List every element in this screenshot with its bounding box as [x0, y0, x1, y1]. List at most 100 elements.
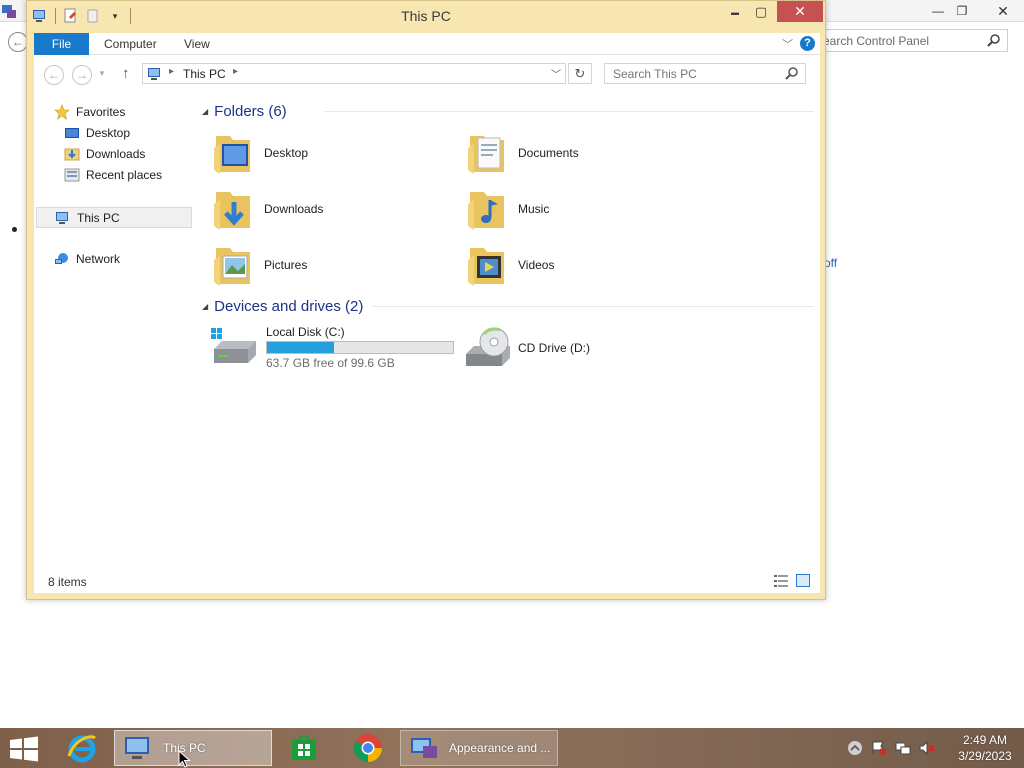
- clock-date: 3/29/2023: [958, 749, 1012, 763]
- back-button[interactable]: ←: [8, 32, 28, 52]
- folder-pictures[interactable]: Pictures: [210, 240, 450, 290]
- computer-icon: [125, 737, 149, 759]
- minimize-button[interactable]: ▬: [723, 1, 747, 23]
- file-explorer-window: ▾ This PC ▬ ▢ ✕ File Computer View ﹀ ? ←…: [26, 0, 826, 600]
- restore-button[interactable]: ❐: [948, 0, 976, 22]
- taskbar-label: Appearance and ...: [449, 741, 551, 755]
- bullet-icon: [12, 227, 17, 232]
- nav-item-this-pc[interactable]: This PC: [36, 207, 192, 228]
- folder-desktop[interactable]: Desktop: [210, 128, 450, 178]
- taskbar-this-pc[interactable]: This PC: [114, 730, 272, 766]
- close-button[interactable]: ✕: [986, 0, 1020, 22]
- folder-label: Documents: [518, 146, 579, 160]
- navigation-pane: Favorites Desktop Downloads Recent place…: [34, 93, 194, 563]
- nav-label: Favorites: [76, 105, 126, 119]
- refresh-button[interactable]: ↻: [568, 63, 592, 84]
- internet-explorer-icon: [67, 735, 96, 763]
- folders-group-header[interactable]: ◢ Folders (6): [202, 101, 287, 121]
- folder-downloads[interactable]: Downloads: [210, 184, 450, 234]
- clock[interactable]: 2:49 AM 3/29/2023: [950, 732, 1020, 764]
- nav-item-network[interactable]: Network: [54, 249, 120, 269]
- nav-label: Recent places: [86, 168, 163, 182]
- control-panel-icon: [2, 5, 16, 18]
- volume-muted-icon[interactable]: [918, 739, 936, 757]
- details-view-icon[interactable]: [774, 575, 788, 587]
- breadcrumb-this-pc[interactable]: This PC: [183, 67, 226, 81]
- drives-header-label: Devices and drives (2): [214, 297, 364, 315]
- drive-label: Local Disk (C:): [266, 325, 345, 339]
- search-input[interactable]: Search This PC: [604, 63, 806, 84]
- collapse-arrow-icon[interactable]: ◢: [202, 302, 208, 311]
- search-icon[interactable]: [785, 66, 799, 80]
- desktop-folder-icon: [214, 136, 250, 174]
- store-icon: [292, 735, 316, 760]
- nav-item-downloads[interactable]: Downloads: [64, 144, 145, 164]
- pictures-folder-icon: [214, 248, 250, 286]
- folder-label: Music: [518, 202, 550, 216]
- up-arrow-icon[interactable]: ↑: [122, 65, 130, 82]
- collapse-arrow-icon[interactable]: ◢: [202, 107, 208, 116]
- status-bar: 8 items: [34, 571, 820, 593]
- large-icons-view-icon[interactable]: [796, 574, 810, 587]
- group-divider: [372, 306, 814, 307]
- show-hidden-icons-icon[interactable]: [846, 739, 864, 757]
- address-dropdown-icon[interactable]: ﹀: [551, 66, 561, 81]
- group-divider: [324, 111, 814, 112]
- control-panel-search-input[interactable]: earch Control Panel: [812, 29, 1008, 52]
- star-icon: [54, 104, 70, 120]
- clock-time: 2:49 AM: [962, 733, 1008, 747]
- back-button[interactable]: ←: [44, 65, 64, 85]
- music-folder-icon: [468, 192, 504, 230]
- drives-group-header[interactable]: ◢ Devices and drives (2): [202, 296, 363, 316]
- search-icon[interactable]: [987, 33, 1001, 47]
- address-bar[interactable]: ▸ This PC ▸ ﹀: [142, 63, 566, 84]
- folder-music[interactable]: Music: [464, 184, 704, 234]
- maximize-button[interactable]: ▢: [749, 1, 773, 23]
- windows-start-icon[interactable]: [8, 736, 40, 762]
- breadcrumb-chevron-icon[interactable]: ▸: [233, 66, 238, 77]
- ribbon: File Computer View ﹀ ?: [34, 33, 820, 55]
- chrome-button[interactable]: [344, 730, 392, 766]
- window-title: This PC: [401, 8, 451, 24]
- breadcrumb-chevron-icon[interactable]: ▸: [169, 66, 174, 77]
- nav-item-desktop[interactable]: Desktop: [64, 123, 130, 143]
- network-status-icon[interactable]: [894, 739, 912, 757]
- control-panel-icon: [411, 738, 437, 758]
- store-button[interactable]: [282, 730, 326, 766]
- desktop-icon: [64, 125, 80, 141]
- expand-ribbon-icon[interactable]: ﹀: [782, 36, 793, 52]
- taskbar-appearance[interactable]: Appearance and ...: [400, 730, 558, 766]
- mouse-cursor-icon: [178, 750, 191, 768]
- folder-videos[interactable]: Videos: [464, 240, 704, 290]
- folder-documents[interactable]: Documents: [464, 128, 704, 178]
- folder-label: Videos: [518, 258, 555, 272]
- system-tray: [846, 736, 936, 760]
- folder-label: Pictures: [264, 258, 308, 272]
- videos-folder-icon: [468, 248, 504, 286]
- drive-local-disk-c[interactable]: Local Disk (C:) 63.7 GB free of 99.6 GB: [210, 323, 462, 370]
- nav-label: Downloads: [86, 147, 146, 161]
- tab-file[interactable]: File: [34, 33, 89, 55]
- taskbar: This PC Appearance and ... 2:49 AM 3/29/…: [0, 728, 1024, 768]
- drive-cd-d[interactable]: CD Drive (D:): [464, 325, 704, 371]
- action-center-icon[interactable]: [870, 739, 888, 757]
- search-placeholder: Search This PC: [613, 67, 697, 81]
- internet-explorer-button[interactable]: [60, 730, 104, 766]
- nav-item-favorites[interactable]: Favorites: [54, 102, 125, 122]
- recent-locations-icon[interactable]: ▼: [98, 69, 106, 78]
- nav-item-recent-places[interactable]: Recent places: [64, 165, 162, 185]
- nav-label: This PC: [77, 210, 120, 225]
- folders-header-label: Folders (6): [214, 102, 287, 120]
- computer-icon: [148, 68, 160, 80]
- computer-icon: [55, 210, 71, 226]
- downloads-folder-icon: [214, 192, 250, 230]
- explorer-titlebar[interactable]: ▾ This PC ▬ ▢ ✕: [27, 1, 825, 31]
- forward-button[interactable]: →: [72, 65, 92, 85]
- search-placeholder: earch Control Panel: [823, 34, 930, 48]
- help-icon[interactable]: ?: [800, 36, 815, 51]
- tab-computer[interactable]: Computer: [94, 33, 167, 55]
- tab-view[interactable]: View: [174, 33, 220, 55]
- drive-free-space: 63.7 GB free of 99.6 GB: [266, 356, 395, 370]
- close-button[interactable]: ✕: [777, 1, 823, 22]
- folder-label: Desktop: [264, 146, 309, 160]
